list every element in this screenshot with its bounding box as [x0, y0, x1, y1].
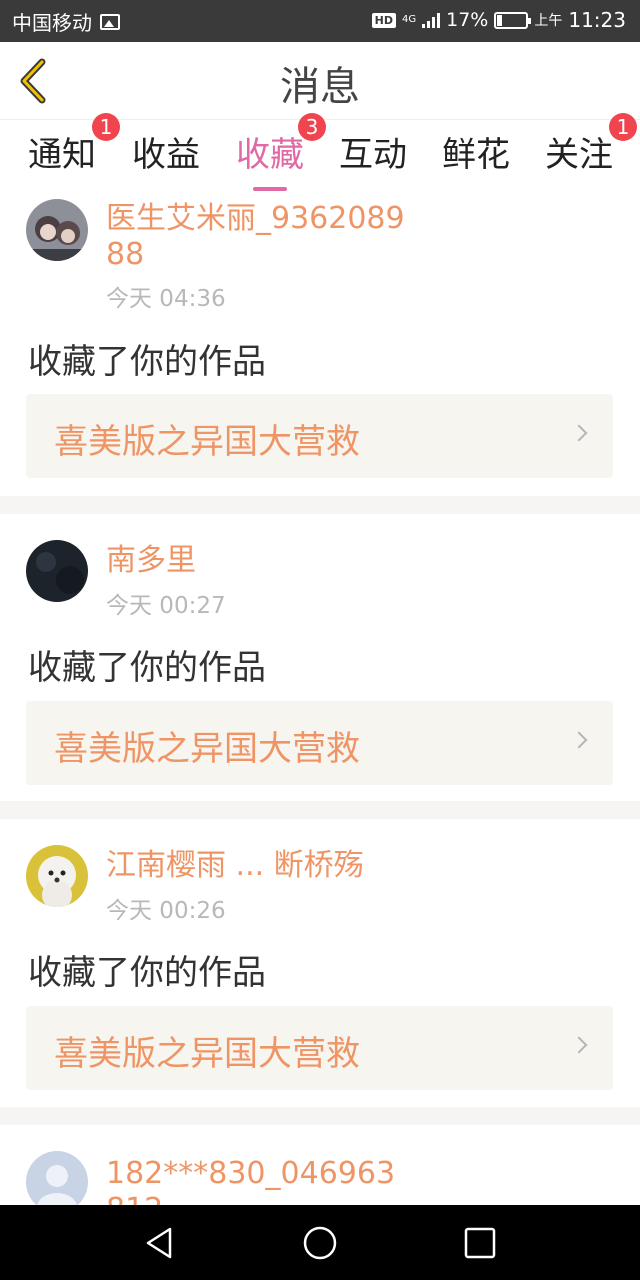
system-navigation-bar	[0, 1205, 640, 1280]
divider	[0, 1107, 640, 1125]
tab-bar: 通知 1 收益 收藏 3 互动 鲜花 关注 1	[0, 113, 640, 191]
battery-level	[497, 14, 503, 26]
message-time: 今天 04:36	[106, 286, 226, 312]
status-right: HD 4G 17% 上午 11:23	[371, 8, 626, 32]
signal-icon	[422, 12, 441, 28]
user-name[interactable]: 江南樱雨 ... 断桥殇	[106, 848, 406, 884]
divider	[0, 496, 640, 514]
message-text: 收藏了你的作品	[28, 953, 266, 993]
avatar[interactable]	[26, 540, 88, 602]
battery-percent: 17%	[446, 9, 489, 31]
tab-label: 关注	[545, 135, 613, 175]
work-link[interactable]: 喜美版之异国大营救	[26, 701, 613, 785]
list-item: 医生艾米丽_936208988 今天 04:36 收藏了你的作品 喜美版之异国大…	[0, 191, 640, 496]
tab-notifications[interactable]: 通知 1	[24, 113, 120, 191]
user-avatar-image	[26, 845, 88, 907]
list-item: 江南樱雨 ... 断桥殇 今天 00:26 收藏了你的作品 喜美版之异国大营救	[0, 819, 640, 1107]
image-notification-icon	[100, 13, 120, 30]
divider	[0, 801, 640, 819]
user-avatar-image	[26, 540, 88, 602]
chevron-right-icon	[570, 731, 588, 749]
tab-label: 通知	[28, 135, 96, 175]
tab-earnings[interactable]: 收益	[128, 121, 204, 191]
battery-icon	[494, 11, 532, 29]
time-prefix: 上午	[534, 13, 563, 29]
unread-badge: 1	[609, 113, 637, 141]
tab-interactions[interactable]: 互动	[335, 121, 411, 191]
recents-icon[interactable]	[462, 1225, 498, 1261]
status-bar: 中国移动 HD 4G 17% 上午 11:23	[0, 0, 640, 42]
default-avatar-icon	[26, 1151, 88, 1205]
work-title: 喜美版之异国大营救	[54, 422, 360, 462]
list-item: 南多里 今天 00:27 收藏了你的作品 喜美版之异国大营救	[0, 514, 640, 801]
back-icon[interactable]	[142, 1225, 178, 1261]
avatar[interactable]	[26, 199, 88, 261]
tab-label: 互动	[339, 135, 407, 175]
user-name[interactable]: 182***830_046963812	[106, 1156, 406, 1205]
work-title: 喜美版之异国大营救	[54, 729, 360, 769]
status-left: 中国移动	[12, 7, 120, 36]
tab-label: 收益	[132, 135, 200, 175]
carrier-name: 中国移动	[12, 11, 92, 35]
chevron-right-icon	[570, 424, 588, 442]
avatar[interactable]	[26, 1151, 88, 1205]
unread-badge: 1	[92, 113, 120, 141]
work-title: 喜美版之异国大营救	[54, 1034, 360, 1074]
network-type: 4G	[402, 14, 417, 25]
tab-favorites[interactable]: 收藏 3	[232, 113, 326, 191]
tab-flowers[interactable]: 鲜花	[438, 121, 514, 191]
user-avatar-image	[26, 199, 88, 261]
unread-badge: 3	[298, 113, 326, 141]
work-link[interactable]: 喜美版之异国大营救	[26, 394, 613, 478]
message-text: 收藏了你的作品	[28, 648, 266, 688]
avatar[interactable]	[26, 845, 88, 907]
page-title: 消息	[280, 64, 360, 110]
work-link[interactable]: 喜美版之异国大营救	[26, 1006, 613, 1090]
hd-icon: HD	[371, 12, 396, 28]
user-name[interactable]: 医生艾米丽_936208988	[106, 201, 406, 273]
message-time: 今天 00:26	[106, 898, 226, 924]
tab-following[interactable]: 关注 1	[541, 113, 637, 191]
message-text: 收藏了你的作品	[28, 342, 266, 382]
clock: 11:23	[568, 8, 626, 32]
list-item: 182***830_046963812	[0, 1125, 640, 1205]
tab-label: 收藏	[236, 135, 304, 175]
tab-label: 鲜花	[442, 135, 510, 175]
user-name[interactable]: 南多里	[106, 543, 406, 579]
home-icon[interactable]	[302, 1225, 338, 1261]
message-time: 今天 00:27	[106, 593, 226, 619]
chevron-right-icon	[570, 1036, 588, 1054]
header: 消息	[0, 42, 640, 120]
